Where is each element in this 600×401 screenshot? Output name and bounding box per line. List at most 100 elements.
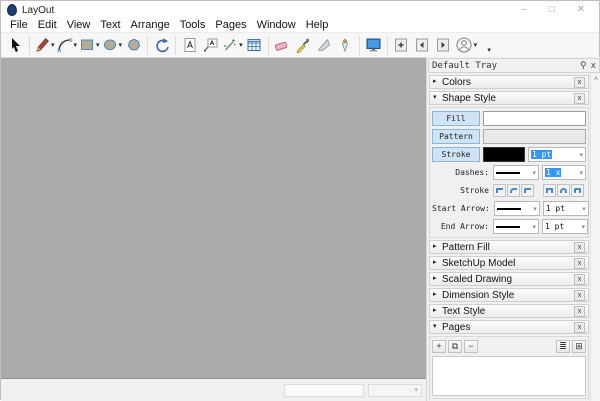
minimize-button[interactable]: – xyxy=(521,5,527,15)
menu-arrange[interactable]: Arrange xyxy=(126,19,175,32)
dashes-pattern-combo[interactable]: ▾ xyxy=(493,165,539,180)
scroll-up-icon[interactable]: ˄ xyxy=(591,74,600,85)
tray-pin-icon[interactable]: ⚲ xyxy=(580,61,587,71)
section-close-icon[interactable]: x xyxy=(574,290,585,301)
line-tool-dropdown-icon[interactable]: ▾ xyxy=(51,42,55,49)
section-header-sketchup-model[interactable]: ▸ SketchUp Model x xyxy=(429,256,589,270)
join-tool[interactable] xyxy=(335,34,356,56)
style-tool[interactable] xyxy=(293,34,314,56)
add-page-button[interactable] xyxy=(391,34,412,56)
maximize-button[interactable]: □ xyxy=(549,5,555,15)
pages-list[interactable] xyxy=(432,356,586,396)
dimension-tool-dropdown-icon[interactable]: ▾ xyxy=(239,42,243,49)
close-button[interactable]: ✕ xyxy=(577,5,585,15)
section-close-icon[interactable]: x xyxy=(574,77,585,88)
document-canvas[interactable] xyxy=(1,58,426,379)
menu-tools[interactable]: Tools xyxy=(175,19,211,32)
zoom-select[interactable]: ▾ xyxy=(368,384,422,397)
rectangle-tool[interactable]: ▾ xyxy=(78,34,101,56)
start-arrow-width-combo[interactable]: 1 pt ▾ xyxy=(543,201,589,216)
stroke-color-swatch[interactable] xyxy=(483,147,525,162)
menu-text[interactable]: Text xyxy=(95,19,125,32)
stroke-join-miter-button[interactable] xyxy=(493,184,506,197)
erase-tool[interactable] xyxy=(272,34,293,56)
expanded-triangle-icon: ▾ xyxy=(433,91,442,105)
toolbar-separator xyxy=(29,36,30,55)
table-tool[interactable] xyxy=(244,34,265,56)
window-title: LayOut xyxy=(22,5,54,16)
end-arrow-style-combo[interactable]: ▾ xyxy=(493,219,539,234)
fill-color-swatch[interactable] xyxy=(483,111,586,126)
eyedropper-icon xyxy=(295,37,311,53)
chevron-down-icon: ▾ xyxy=(582,205,586,213)
section-close-icon[interactable]: x xyxy=(574,322,585,333)
section-close-icon[interactable]: x xyxy=(574,242,585,253)
account-dropdown-icon[interactable]: ▾ xyxy=(474,42,478,49)
circle-tool[interactable]: ▾ xyxy=(101,34,124,56)
polygon-tool[interactable] xyxy=(123,34,144,56)
pattern-swatch[interactable] xyxy=(483,129,586,144)
arc-tool[interactable]: ▾ xyxy=(56,34,79,56)
start-arrow-style-combo[interactable]: ▾ xyxy=(494,201,540,216)
pattern-toggle-button[interactable]: Pattern xyxy=(432,129,480,144)
chevron-down-icon: ▾ xyxy=(581,223,585,231)
select-tool[interactable] xyxy=(5,34,26,56)
menu-file[interactable]: File xyxy=(5,19,33,32)
section-close-icon[interactable]: x xyxy=(574,306,585,317)
stroke-cap-flat-button[interactable] xyxy=(543,184,556,197)
measurement-input[interactable] xyxy=(284,384,364,397)
section-close-icon[interactable]: x xyxy=(574,274,585,285)
fill-toggle-button[interactable]: Fill xyxy=(432,111,480,126)
label-tool[interactable] xyxy=(200,34,221,56)
stroke-cap-round-button[interactable] xyxy=(557,184,570,197)
section-header-dimension-style[interactable]: ▸ Dimension Style x xyxy=(429,288,589,302)
stroke-join-bevel-button[interactable] xyxy=(521,184,534,197)
section-header-pages[interactable]: ▾ Pages x xyxy=(429,320,589,334)
section-close-icon[interactable]: x xyxy=(574,258,585,269)
start-presentation-tool[interactable] xyxy=(363,34,384,56)
duplicate-page-button[interactable]: ⧉ xyxy=(448,340,462,353)
next-page-button[interactable] xyxy=(433,34,454,56)
toolbar-overflow-button[interactable]: ▾ xyxy=(478,34,499,56)
zoom-dropdown-icon[interactable]: ▾ xyxy=(414,387,418,394)
text-tool[interactable] xyxy=(179,34,200,56)
tray-close-icon[interactable]: x xyxy=(591,61,596,71)
grid-view-button[interactable]: ⊞ xyxy=(572,340,586,353)
rectangle-tool-dropdown-icon[interactable]: ▾ xyxy=(96,42,100,49)
section-header-pattern-fill[interactable]: ▸ Pattern Fill x xyxy=(429,240,589,254)
account-button[interactable]: ▾ xyxy=(454,34,479,56)
menu-view[interactable]: View xyxy=(62,19,96,32)
solid-line-icon xyxy=(496,172,520,174)
menu-edit[interactable]: Edit xyxy=(33,19,62,32)
table-grid-icon xyxy=(246,37,262,53)
menu-window[interactable]: Window xyxy=(252,19,301,32)
add-page-list-button[interactable]: + xyxy=(432,340,446,353)
menu-help[interactable]: Help xyxy=(301,19,334,32)
section-header-shape-style[interactable]: ▾ Shape Style x xyxy=(429,91,589,105)
section-header-colors[interactable]: ▸ Colors x xyxy=(429,75,589,89)
menu-pages[interactable]: Pages xyxy=(210,19,251,32)
stroke-width-combo[interactable]: 1 pt ▾ xyxy=(528,147,586,162)
previous-page-button[interactable] xyxy=(412,34,433,56)
stroke-join-round-button[interactable] xyxy=(507,184,520,197)
stroke-cap-square-button[interactable] xyxy=(571,184,584,197)
tray-scrollbar[interactable]: ˄ xyxy=(590,74,600,401)
delete-page-button[interactable]: − xyxy=(464,340,478,353)
section-header-scaled-drawing[interactable]: ▸ Scaled Drawing x xyxy=(429,272,589,286)
stroke-toggle-button[interactable]: Stroke xyxy=(432,147,480,162)
bevel-join-icon xyxy=(524,188,531,193)
section-header-text-style[interactable]: ▸ Text Style x xyxy=(429,304,589,318)
toolbar-overflow-icon: ▾ xyxy=(487,47,491,54)
list-view-button[interactable]: ≣ xyxy=(556,340,570,353)
split-tool[interactable] xyxy=(314,34,335,56)
section-close-icon[interactable]: x xyxy=(574,93,585,104)
polygon-icon xyxy=(126,37,142,53)
titlebar: LayOut – □ ✕ xyxy=(1,1,599,19)
line-tool[interactable]: ▾ xyxy=(33,34,56,56)
circle-tool-dropdown-icon[interactable]: ▾ xyxy=(119,42,123,49)
arc-tool-dropdown-icon[interactable]: ▾ xyxy=(74,42,78,49)
end-arrow-width-combo[interactable]: 1 pt ▾ xyxy=(542,219,588,234)
dashes-scale-combo[interactable]: 1 x ▾ xyxy=(542,165,586,180)
offset-tool[interactable] xyxy=(151,34,172,56)
dimension-tool[interactable]: ▾ xyxy=(221,34,244,56)
